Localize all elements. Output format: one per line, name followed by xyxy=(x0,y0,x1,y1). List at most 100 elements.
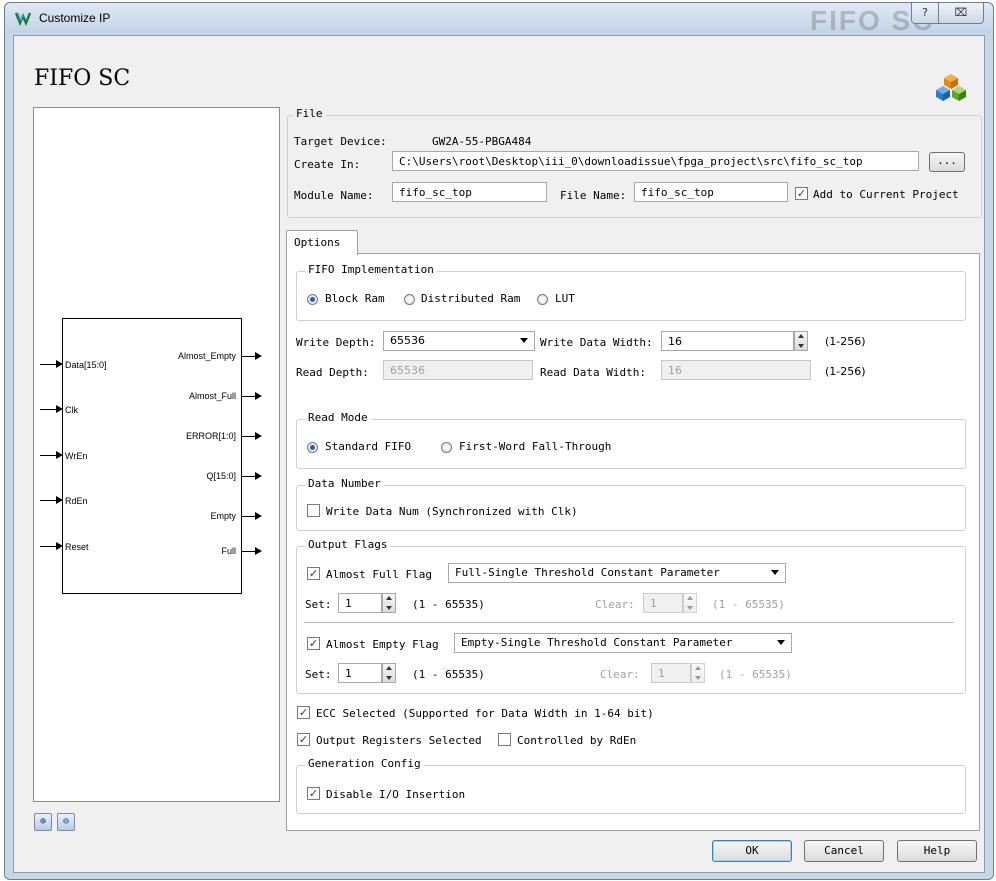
fifo-impl-legend: FIFO Implementation xyxy=(305,263,437,276)
af-clear-label: Clear: xyxy=(595,598,635,611)
af-clear-field: 1 xyxy=(643,593,683,613)
ae-clear-field: 1 xyxy=(651,663,691,683)
read-depth-field: 65536 xyxy=(383,360,533,380)
almost-full-label: Almost Full Flag xyxy=(326,568,432,581)
pin-error: ERROR[1:0] xyxy=(185,431,236,441)
disable-io-label: Disable I/O Insertion xyxy=(326,788,466,801)
ae-clear-label: Clear: xyxy=(600,668,640,681)
block-ram-radio[interactable] xyxy=(307,294,318,305)
pin-empty: Empty xyxy=(210,511,236,521)
create-in-field[interactable]: C:\Users\root\Desktop\iii_0\downloadissu… xyxy=(392,151,919,171)
write-data-num-checkbox[interactable] xyxy=(307,504,320,517)
gen-config-legend: Generation Config xyxy=(305,757,424,770)
controlled-rden-label: Controlled by RdEn xyxy=(517,734,637,747)
controlled-rden-checkbox[interactable] xyxy=(498,733,511,746)
disable-io-checkbox[interactable]: ✓ xyxy=(307,787,320,800)
write-range-text: (1-256) xyxy=(825,335,866,348)
distributed-ram-label: Distributed Ram xyxy=(421,292,521,305)
ae-set-stepper[interactable] xyxy=(382,663,396,683)
almost-empty-label: Almost Empty Flag xyxy=(326,638,439,651)
ip-cubes-icon xyxy=(934,74,968,105)
standard-fifo-radio[interactable] xyxy=(307,442,318,453)
ecc-label: ECC Selected (Supported for Data Width i… xyxy=(316,707,654,720)
browse-button[interactable]: ... xyxy=(929,152,965,172)
module-name-label: Module Name: xyxy=(294,189,374,202)
almost-full-checkbox[interactable]: ✓ xyxy=(307,567,320,580)
ae-set-range: (1 - 65535) xyxy=(412,668,485,681)
ecc-checkbox[interactable]: ✓ xyxy=(297,706,310,719)
almost-full-mode-select[interactable]: Full-Single Threshold Constant Parameter xyxy=(448,563,786,583)
chevron-down-icon xyxy=(771,570,779,575)
output-registers-label: Output Registers Selected xyxy=(316,734,482,747)
lut-radio[interactable] xyxy=(537,294,548,305)
fifo-impl-group xyxy=(296,271,966,321)
lut-label: LUT xyxy=(555,292,575,305)
chevron-down-icon xyxy=(520,338,528,343)
write-width-stepper[interactable] xyxy=(794,331,808,351)
pin-almost-empty: Almost_Empty xyxy=(177,351,236,361)
pin-rden: RdEn xyxy=(65,496,88,506)
af-clear-stepper xyxy=(683,593,697,613)
fwft-radio[interactable] xyxy=(441,442,452,453)
target-device-value: GW2A-55-PBGA484 xyxy=(432,135,532,148)
create-in-label: Create In: xyxy=(294,158,361,171)
chevron-down-icon xyxy=(777,640,785,645)
standard-fifo-label: Standard FIFO xyxy=(325,440,412,453)
add-to-project-checkbox[interactable]: ✓ xyxy=(795,187,808,200)
zoom-in-button[interactable]: ⊕ xyxy=(34,813,52,831)
close-window-button[interactable]: ⌧ xyxy=(938,3,984,24)
ae-clear-stepper xyxy=(691,663,705,683)
read-mode-legend: Read Mode xyxy=(305,411,371,424)
read-width-field: 16 xyxy=(661,360,811,380)
target-device-label: Target Device: xyxy=(294,135,387,148)
distributed-ram-radio[interactable] xyxy=(404,294,415,305)
af-set-field[interactable]: 1 xyxy=(338,593,382,613)
file-name-label: File Name: xyxy=(560,189,627,202)
cancel-button[interactable]: Cancel xyxy=(804,840,884,862)
pin-q: Q[15:0] xyxy=(206,471,236,481)
pin-clk: Clk xyxy=(65,405,78,415)
output-flags-divider xyxy=(304,622,954,623)
tab-options-label: Options xyxy=(294,236,341,249)
af-clear-range: (1 - 65535) xyxy=(712,598,785,611)
fwft-label: First-Word Fall-Through xyxy=(459,440,612,453)
block-ram-label: Block Ram xyxy=(325,292,385,305)
output-registers-checkbox[interactable]: ✓ xyxy=(297,733,310,746)
window-title: Customize IP xyxy=(39,11,111,25)
write-depth-label: Write Depth: xyxy=(296,336,376,349)
pin-wren: WrEn xyxy=(65,451,88,461)
app-logo-icon xyxy=(14,10,32,27)
almost-empty-checkbox[interactable]: ✓ xyxy=(307,637,320,650)
write-data-num-label: Write Data Num (Synchronized with Clk) xyxy=(326,505,578,518)
ae-set-label: Set: xyxy=(305,668,332,681)
af-set-stepper[interactable] xyxy=(382,593,396,613)
pin-full: Full xyxy=(221,546,236,556)
pin-data: Data[15:0] xyxy=(65,360,107,370)
zoom-out-button[interactable]: ⊖ xyxy=(57,813,75,831)
pin-almost-full: Almost_Full xyxy=(188,391,236,401)
help-button[interactable]: Help xyxy=(897,840,977,862)
file-legend: File xyxy=(293,107,326,120)
write-width-label: Write Data Width: xyxy=(540,336,653,349)
zoom-in-icon: ⊕ xyxy=(39,816,47,827)
almost-empty-mode-select[interactable]: Empty-Single Threshold Constant Paramete… xyxy=(454,633,792,653)
add-to-project-label: Add to Current Project xyxy=(813,188,959,201)
help-window-button[interactable]: ? xyxy=(911,3,939,24)
ok-button[interactable]: OK xyxy=(712,840,792,862)
file-name-field[interactable]: fifo_sc_top xyxy=(634,182,788,202)
ae-clear-range: (1 - 65535) xyxy=(719,668,792,681)
module-name-field[interactable]: fifo_sc_top xyxy=(392,182,547,202)
title-bar: Customize IP FIFO SC ? ⌧ xyxy=(5,3,993,36)
write-width-field[interactable]: 16 xyxy=(661,331,794,351)
zoom-out-icon: ⊖ xyxy=(62,816,70,827)
pin-reset: Reset xyxy=(65,542,89,552)
af-set-label: Set: xyxy=(305,598,332,611)
af-set-range: (1 - 65535) xyxy=(412,598,485,611)
write-depth-select[interactable]: 65536 xyxy=(383,331,535,351)
output-flags-legend: Output Flags xyxy=(305,538,391,551)
read-depth-label: Read Depth: xyxy=(296,366,369,379)
ae-set-field[interactable]: 1 xyxy=(338,663,382,683)
ip-title: FIFO SC xyxy=(34,66,131,91)
read-range-text: (1-256) xyxy=(825,365,866,378)
read-width-label: Read Data Width: xyxy=(540,366,646,379)
